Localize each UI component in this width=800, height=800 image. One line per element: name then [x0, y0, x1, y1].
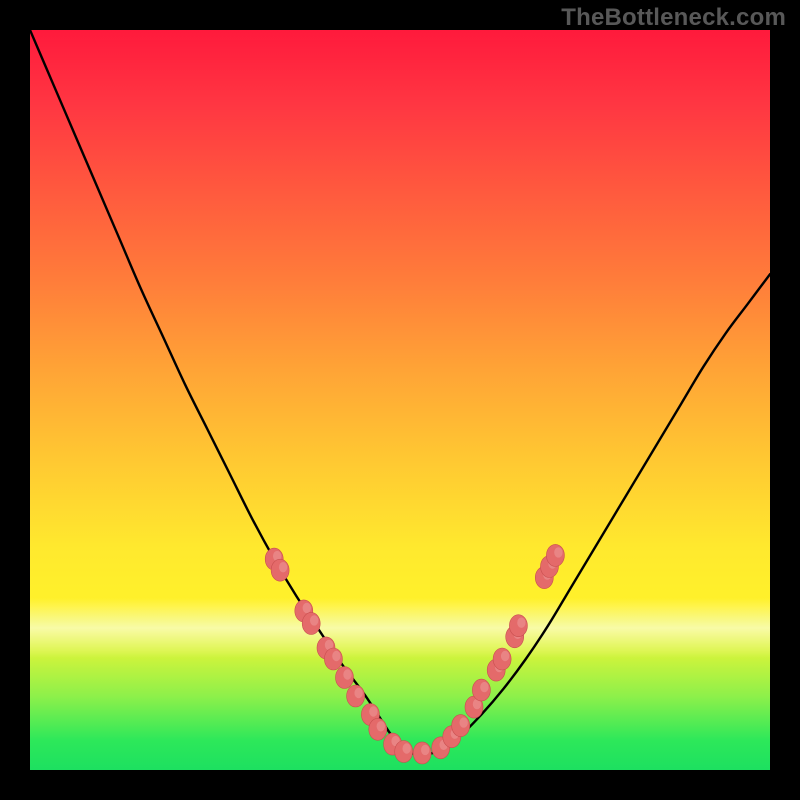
- marker-point: [336, 667, 354, 689]
- marker-point: [271, 559, 289, 581]
- plot-area: [30, 30, 770, 770]
- marker-point: [302, 612, 320, 634]
- marker-point: [413, 742, 431, 764]
- data-markers: [265, 544, 564, 764]
- marker-point: [509, 615, 527, 637]
- marker-point: [324, 648, 342, 670]
- marker-point: [452, 715, 470, 737]
- marker-point: [395, 741, 413, 763]
- chart-frame: TheBottleneck.com: [0, 0, 800, 800]
- marker-point: [369, 718, 387, 740]
- bottleneck-chart: [30, 30, 770, 770]
- marker-point: [347, 685, 365, 707]
- marker-point: [493, 648, 511, 670]
- bottleneck-curve: [30, 30, 770, 754]
- watermark-text: TheBottleneck.com: [561, 4, 786, 32]
- marker-point: [546, 544, 564, 566]
- marker-point: [472, 679, 490, 701]
